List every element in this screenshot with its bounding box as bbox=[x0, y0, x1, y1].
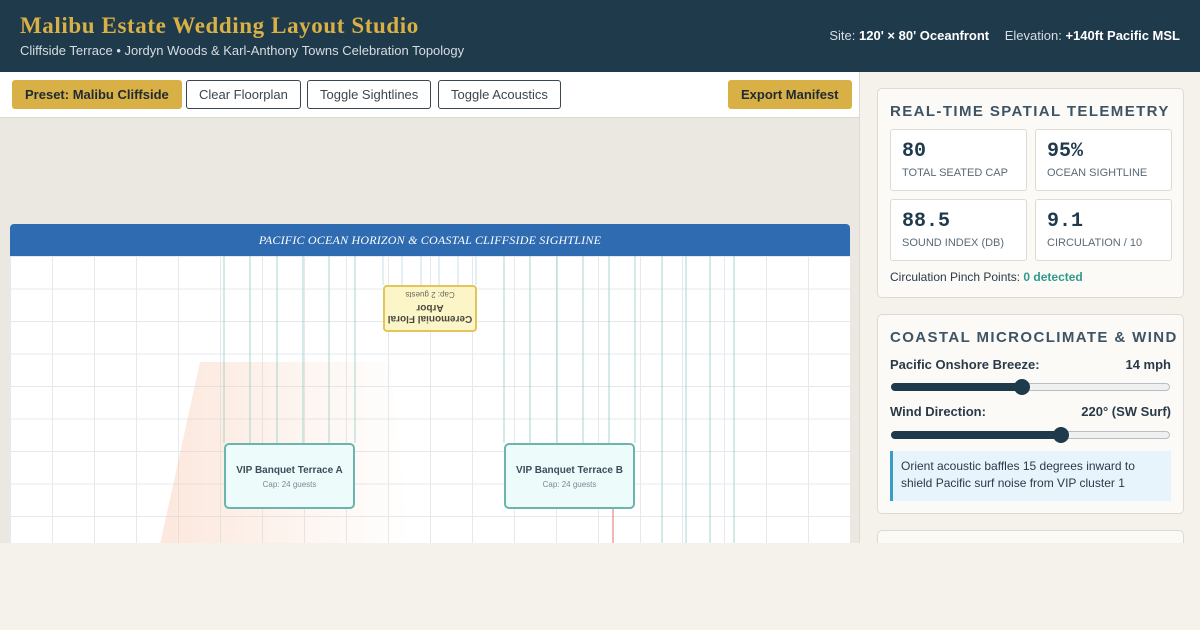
ceremonial-floral-arbor[interactable]: Ceremonial Floral Arbor Cap: 2 guests bbox=[383, 285, 477, 332]
metric-value: 9.1 bbox=[1047, 210, 1084, 233]
floorplan-pane: Preset: Malibu Cliffside Clear Floorplan… bbox=[0, 72, 860, 543]
table-cap: Cap: 24 guests bbox=[262, 480, 317, 489]
telemetry-title: REAL-TIME SPATIAL TELEMETRY bbox=[890, 103, 1170, 120]
arbor-rays bbox=[382, 256, 477, 285]
wind-direction-slider[interactable] bbox=[891, 426, 1170, 443]
metric-seated-cap: 80 TOTAL SEATED CAP bbox=[890, 129, 1027, 191]
vip-banquet-terrace-b[interactable]: VIP Banquet Terrace B Cap: 24 guests bbox=[504, 443, 635, 509]
microclimate-panel: COASTAL MICROCLIMATE & WIND Pacific Onsh… bbox=[877, 314, 1184, 514]
table-name: VIP Banquet Terrace A bbox=[236, 465, 343, 476]
preset-button[interactable]: Preset: Malibu Cliffside bbox=[12, 80, 182, 109]
metric-value: 88.5 bbox=[902, 210, 951, 233]
site-meta: Site: 120' × 80' Oceanfront Elevation: +… bbox=[829, 28, 1180, 43]
microclimate-title: COASTAL MICROCLIMATE & WIND bbox=[890, 329, 1178, 346]
slider-thumb[interactable] bbox=[1053, 427, 1069, 443]
arbor-name: Ceremonial Floral Arbor bbox=[387, 302, 473, 324]
floorplan-canvas[interactable]: PACIFIC OCEAN HORIZON & COASTAL CLIFFSID… bbox=[10, 224, 850, 543]
breeze-label: Pacific Onshore Breeze: bbox=[890, 357, 1040, 372]
metric-label: TOTAL SEATED CAP bbox=[902, 167, 1008, 179]
metric-label: OCEAN SIGHTLINE bbox=[1047, 167, 1148, 179]
acoustic-advisory: Orient acoustic baffles 15 degrees inwar… bbox=[890, 451, 1171, 501]
pinch-value: 0 detected bbox=[1023, 270, 1083, 284]
clear-floorplan-button[interactable]: Clear Floorplan bbox=[186, 80, 301, 109]
slider-fill bbox=[891, 431, 1061, 439]
direction-value: 220° (SW Surf) bbox=[1081, 404, 1171, 419]
app-title: Malibu Estate Wedding Layout Studio bbox=[20, 13, 419, 38]
breeze-slider[interactable] bbox=[891, 378, 1170, 395]
toggle-sightlines-button[interactable]: Toggle Sightlines bbox=[307, 80, 432, 109]
direction-label: Wind Direction: bbox=[890, 404, 986, 419]
export-manifest-button[interactable]: Export Manifest bbox=[728, 80, 852, 109]
metric-ocean-sightline: 95% OCEAN SIGHTLINE bbox=[1035, 129, 1172, 191]
sightline-overlay bbox=[160, 256, 735, 543]
side-panel: REAL-TIME SPATIAL TELEMETRY 80 TOTAL SEA… bbox=[861, 72, 1200, 543]
metric-circulation: 9.1 CIRCULATION / 10 bbox=[1035, 199, 1172, 261]
telemetry-panel: REAL-TIME SPATIAL TELEMETRY 80 TOTAL SEA… bbox=[877, 88, 1184, 298]
slider-fill bbox=[891, 383, 1022, 391]
site-value: 120' × 80' Oceanfront bbox=[859, 28, 990, 43]
metric-label: SOUND INDEX (DB) bbox=[902, 237, 1005, 249]
elevation-value: +140ft Pacific MSL bbox=[1065, 28, 1180, 43]
next-panel bbox=[877, 530, 1184, 543]
table-cap: Cap: 24 guests bbox=[542, 480, 597, 489]
metric-value: 95% bbox=[1047, 140, 1084, 163]
vip-banquet-terrace-a[interactable]: VIP Banquet Terrace A Cap: 24 guests bbox=[224, 443, 355, 509]
toolbar: Preset: Malibu Cliffside Clear Floorplan… bbox=[0, 72, 859, 118]
metric-label: CIRCULATION / 10 bbox=[1047, 237, 1143, 249]
app-header: Malibu Estate Wedding Layout Studio Clif… bbox=[0, 0, 1200, 72]
slider-thumb[interactable] bbox=[1014, 379, 1030, 395]
app-subtitle: Cliffside Terrace • Jordyn Woods & Karl-… bbox=[20, 43, 465, 58]
pinch-label: Circulation Pinch Points: bbox=[890, 270, 1021, 284]
metric-value: 80 bbox=[902, 140, 927, 163]
site-label: Site: bbox=[829, 28, 856, 43]
metric-sound-index: 88.5 SOUND INDEX (DB) bbox=[890, 199, 1027, 261]
toggle-acoustics-button[interactable]: Toggle Acoustics bbox=[438, 80, 561, 109]
arbor-cap: Cap: 2 guests bbox=[405, 290, 455, 299]
elevation-label: Elevation: bbox=[1004, 28, 1062, 43]
table-name: VIP Banquet Terrace B bbox=[516, 465, 623, 476]
pinch-points: Circulation Pinch Points: 0 detected bbox=[890, 270, 1083, 284]
breeze-value: 14 mph bbox=[1125, 357, 1171, 372]
